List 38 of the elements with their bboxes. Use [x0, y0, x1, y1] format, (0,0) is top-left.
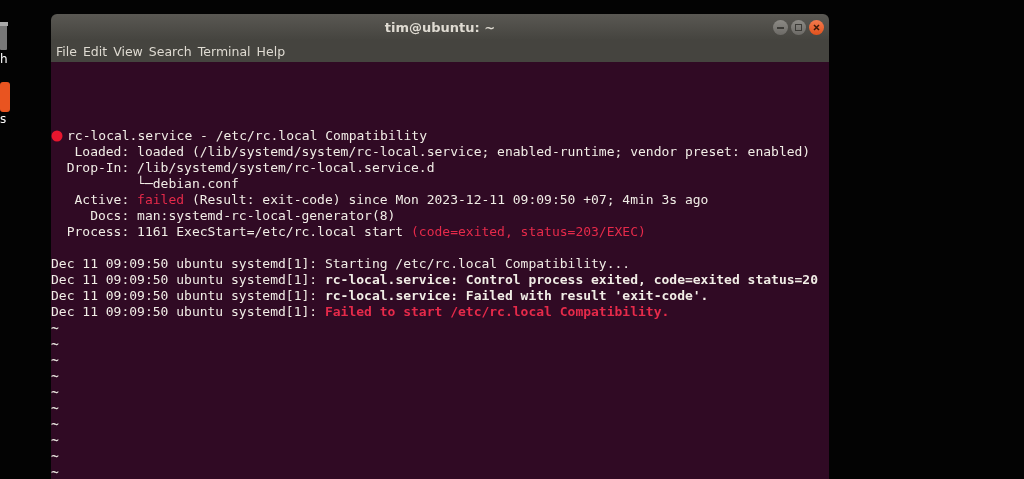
terminal-line: Dec 11 09:09:50 ubuntu systemd[1]: rc-local.service: Control process exited, code=exited status=20: [51, 272, 819, 288]
tilde-line-marker: ~: [51, 464, 59, 479]
terminal-line: Dec 11 09:09:50 ubuntu systemd[1]: Starting /etc/rc.local Compatibility...: [51, 256, 631, 272]
terminal-line: Dec 11 09:09:50 ubuntu systemd[1]: rc-local.service: Failed with result 'exit-code'.: [51, 288, 709, 304]
terminal-line: Active: failed (Result: exit-code) since Mon 2023-12-11 09:09:50 +07; 4min 3s ago: [73, 192, 709, 208]
tilde-line-marker: ~: [51, 320, 59, 336]
terminal-line: rc-local.service - /etc/rc.local Compatibility: [67, 128, 428, 144]
tilde-line-marker: ~: [51, 384, 59, 400]
close-icon: [813, 24, 820, 31]
terminal-line: Dec 11 09:09:50 ubuntu systemd[1]: Failed to start /etc/rc.local Compatibility.: [51, 304, 670, 320]
app-icon[interactable]: [0, 82, 10, 112]
minimize-button[interactable]: [773, 20, 788, 35]
menu-item[interactable]: Search: [145, 43, 195, 59]
menu-item[interactable]: Terminal: [194, 43, 254, 59]
tilde-line-marker: ~: [51, 400, 59, 416]
close-button[interactable]: [809, 20, 824, 35]
square-icon: [795, 24, 802, 31]
terminal-line: Loaded: loaded (/lib/systemd/system/rc-local.service; enabled-runtime; vendor preset: enabled): [73, 144, 811, 160]
terminal-line: Drop-In: /lib/systemd/system/rc-local.service.d: [65, 160, 435, 176]
maximize-button[interactable]: [791, 20, 806, 35]
tilde-line-marker: ~: [51, 352, 59, 368]
menu-item[interactable]: View: [110, 43, 146, 59]
tilde-line-marker: ~: [51, 368, 59, 384]
menu-item[interactable]: File: [53, 43, 80, 59]
window-title: tim@ubuntu: ~: [384, 19, 496, 35]
desktop-icon-label: s: [0, 112, 7, 126]
desktop-icon-label: h: [0, 52, 8, 66]
terminal-line: └─debian.conf: [136, 176, 239, 192]
menu-item[interactable]: Help: [253, 43, 289, 59]
tilde-line-marker: ~: [51, 336, 59, 352]
terminal-line: Docs: man:systemd-rc-local-generator(8): [89, 208, 396, 224]
tilde-line-marker: ~: [51, 416, 59, 432]
tilde-line-marker: ~: [51, 432, 59, 448]
menu-item[interactable]: Edit: [79, 43, 111, 59]
minus-icon: [777, 26, 784, 29]
terminal-line: Process: 1161 ExecStart=/etc/rc.local start (code=exited, status=203/EXEC): [65, 224, 646, 240]
tilde-line-marker: ~: [51, 448, 59, 464]
status-dot-icon: [51, 130, 63, 142]
